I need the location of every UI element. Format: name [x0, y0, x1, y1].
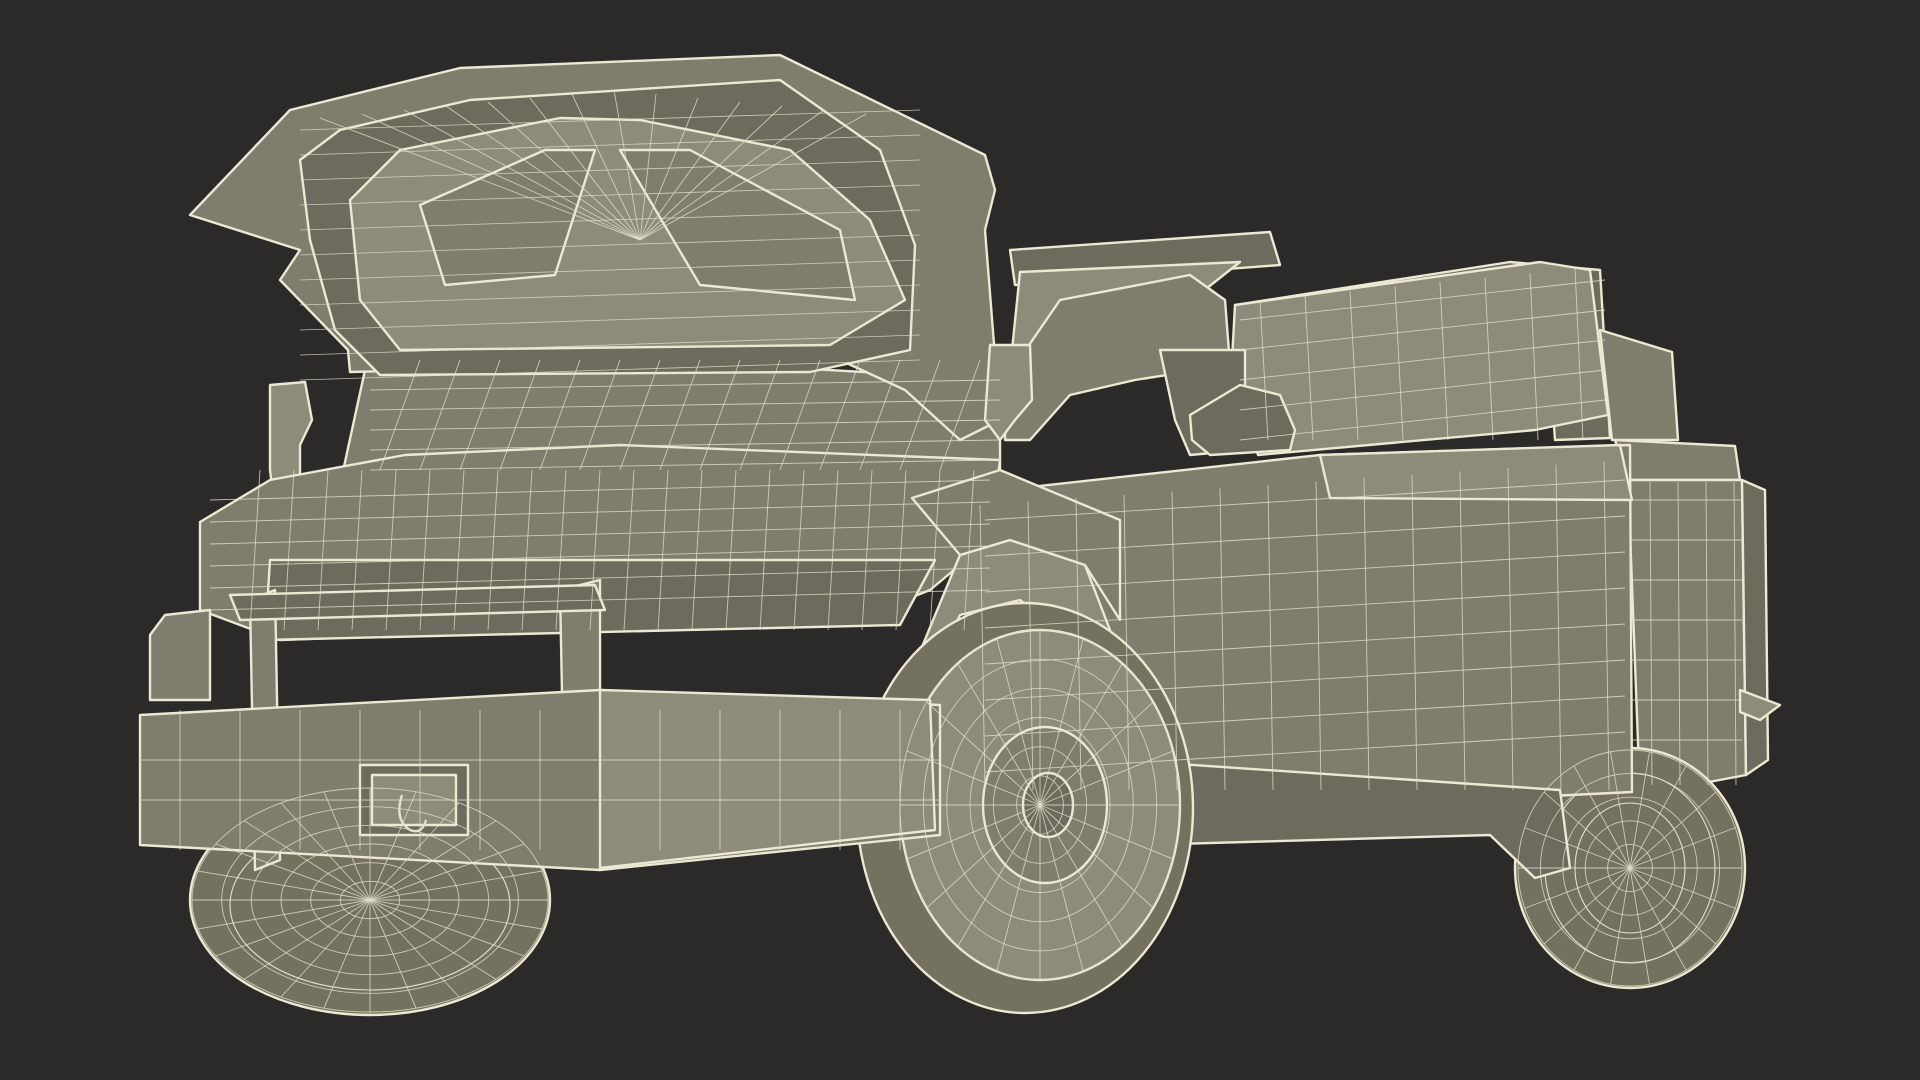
- truck-wireframe-render: [0, 0, 1920, 1080]
- render-viewport: [0, 0, 1920, 1080]
